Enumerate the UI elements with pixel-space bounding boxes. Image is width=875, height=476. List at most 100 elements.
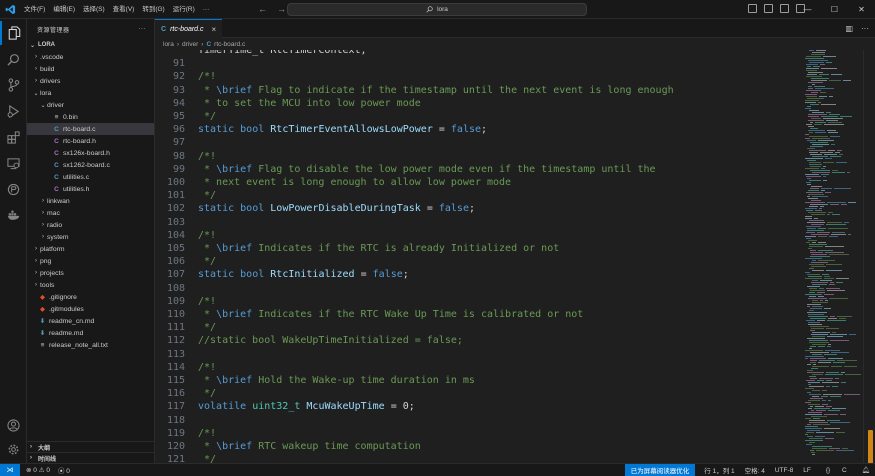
toggle-sidebar-icon[interactable] — [748, 4, 757, 13]
indentation[interactable]: 空格: 4 — [740, 465, 770, 475]
code-line[interactable]: 115 * \brief Hold the Wake-up time durat… — [155, 374, 795, 387]
menu-item[interactable]: 查看(V) — [109, 0, 139, 19]
folder-item[interactable]: › radio — [27, 219, 154, 231]
source-control-icon[interactable] — [0, 73, 27, 97]
folder-item[interactable]: › png — [27, 255, 154, 267]
code-line[interactable]: TimerTime_t RtcTimerContext; — [155, 50, 795, 57]
file-item[interactable]: Cutilities.c — [27, 171, 154, 183]
code-line[interactable]: 110 * \brief Indicates if the RTC Wake U… — [155, 308, 795, 321]
code-line[interactable]: 116 */ — [155, 387, 795, 400]
menu-item[interactable]: 运行(R) — [169, 0, 199, 19]
menu-item[interactable]: ··· — [199, 0, 214, 19]
folder-item[interactable]: › platform — [27, 243, 154, 255]
platformio-icon[interactable] — [0, 177, 27, 201]
run-debug-icon[interactable] — [0, 99, 27, 123]
problems-indicator[interactable]: ⊗ 0 ⚠ 0 — [26, 466, 50, 474]
file-item[interactable]: ◆ .gitmodules — [27, 303, 154, 315]
folder-item[interactable]: › drivers — [27, 75, 154, 87]
code-line[interactable]: 119 /*! — [155, 427, 795, 440]
code-line[interactable]: 93 * \brief Flag to indicate if the time… — [155, 84, 795, 97]
file-item[interactable]: ≡ release_note_all.txt — [27, 339, 154, 351]
menu-item[interactable]: 文件(F) — [20, 0, 49, 19]
cursor-position[interactable]: 行 1，列 1 — [699, 465, 739, 475]
code-line[interactable]: 96 static bool RtcTimerEventAllowsLowPowe… — [155, 123, 795, 136]
file-item[interactable]: Csx126x-board.h — [27, 147, 154, 159]
search-view-icon[interactable] — [0, 47, 27, 71]
folder-item[interactable]: ⌄ driver — [27, 99, 154, 111]
code-line[interactable]: 97 — [155, 136, 795, 149]
code-line[interactable]: 107 static bool RtcInitialized = false; — [155, 268, 795, 281]
vertical-scrollbar[interactable] — [863, 50, 875, 468]
code-line[interactable]: 106 */ — [155, 255, 795, 268]
file-item[interactable]: Cutilities.h — [27, 183, 154, 195]
code-line[interactable]: 102 static bool LowPowerDisableDuringTask… — [155, 202, 795, 215]
outline-section[interactable]: › 大纲 — [27, 441, 155, 452]
menu-item[interactable]: 选择(S) — [79, 0, 109, 19]
close-tab-icon[interactable]: × — [212, 25, 217, 34]
code-line[interactable]: 98 /*! — [155, 150, 795, 163]
file-item[interactable]: Csx1262-board.c — [27, 159, 154, 171]
code-line[interactable]: 101 */ — [155, 189, 795, 202]
toggle-secondary-sidebar-icon[interactable] — [780, 4, 789, 13]
code-line[interactable]: 95 */ — [155, 110, 795, 123]
end-of-line[interactable]: LF — [798, 467, 816, 474]
menu-item[interactable]: 转到(G) — [138, 0, 168, 19]
folder-item[interactable]: › system — [27, 231, 154, 243]
code-line[interactable]: 111 */ — [155, 321, 795, 334]
file-item[interactable]: ⬇ readme_cn.md — [27, 315, 154, 327]
split-editor-icon[interactable]: ▥ — [845, 24, 853, 33]
breadcrumb-item[interactable]: lora — [163, 41, 174, 48]
remote-indicator-icon[interactable]: ⋊ — [0, 463, 20, 476]
file-item[interactable]: ◆ .gitignore — [27, 291, 154, 303]
code-line[interactable]: 114 /*! — [155, 361, 795, 374]
code-line[interactable]: 118 — [155, 414, 795, 427]
back-arrow-icon[interactable]: ← — [258, 4, 267, 15]
file-item[interactable]: ≡ 0.bin — [27, 111, 154, 123]
command-center-search[interactable]: lora — [287, 3, 587, 16]
code-line[interactable]: 108 — [155, 282, 795, 295]
code-line[interactable]: 112 //static bool WakeUpTimeInitialized =… — [155, 334, 795, 347]
minimap[interactable] — [803, 50, 863, 463]
accounts-icon[interactable] — [0, 413, 27, 437]
code-line[interactable]: 113 — [155, 348, 795, 361]
manage-gear-icon[interactable] — [0, 437, 27, 461]
code-line[interactable]: 104 /*! — [155, 229, 795, 242]
notifications-icon[interactable]: 🔔︎ — [857, 466, 875, 474]
code-line[interactable]: 120 * \brief RTC wakeup time computation — [155, 440, 795, 453]
remote-explorer-icon[interactable] — [0, 151, 27, 175]
toggle-panel-icon[interactable] — [764, 4, 773, 13]
file-item[interactable]: Crtc-board.h — [27, 135, 154, 147]
tab-rtc-board-c[interactable]: C rtc-board.c × — [155, 19, 223, 38]
code-line[interactable]: 103 — [155, 216, 795, 229]
code-view[interactable]: TimerTime_t RtcTimerContext; 91 92/*! 93 * … — [155, 50, 795, 463]
code-line[interactable]: 92 /*! — [155, 70, 795, 83]
code-line[interactable]: 105 * \brief Indicates if the RTC is alr… — [155, 242, 795, 255]
folder-item[interactable]: › projects — [27, 267, 154, 279]
folder-item[interactable]: › mac — [27, 207, 154, 219]
file-item[interactable]: Crtc-board.c — [27, 123, 154, 135]
code-line[interactable]: 91 — [155, 57, 795, 70]
more-actions-icon[interactable]: ··· — [139, 26, 147, 32]
explorer-icon[interactable] — [0, 21, 27, 45]
code-line[interactable]: 94 * to set the MCU into low power mode — [155, 97, 795, 110]
more-editor-actions-icon[interactable]: ··· — [861, 24, 869, 33]
screen-reader-mode-badge[interactable]: 已为屏幕阅读器优化 — [624, 464, 696, 476]
breadcrumb-item[interactable]: driver — [182, 41, 198, 48]
close-window-icon[interactable]: ✕ — [848, 0, 875, 19]
code-line[interactable]: 109 /*! — [155, 295, 795, 308]
folder-item[interactable]: › .vscode — [27, 51, 154, 63]
code-line[interactable]: 121 */ — [155, 453, 795, 463]
forward-arrow-icon[interactable]: → — [277, 4, 286, 15]
folder-item[interactable]: › build — [27, 63, 154, 75]
extensions-icon[interactable] — [0, 125, 27, 149]
file-item[interactable]: ⬇ readme.md — [27, 327, 154, 339]
encoding[interactable]: UTF-8 — [770, 467, 798, 474]
maximize-icon[interactable]: ☐ — [821, 0, 848, 19]
folder-item[interactable]: › tools — [27, 279, 154, 291]
folder-item[interactable]: ⌄ lora — [27, 87, 154, 99]
breadcrumb-item[interactable]: rtc-board.c — [214, 41, 245, 48]
ports-indicator[interactable]: ⦿ 0 — [58, 465, 70, 475]
code-line[interactable]: 100 * next event is long enough to allow… — [155, 176, 795, 189]
timeline-section[interactable]: › 时间线 — [27, 452, 155, 463]
minimize-icon[interactable]: — — [794, 0, 821, 19]
